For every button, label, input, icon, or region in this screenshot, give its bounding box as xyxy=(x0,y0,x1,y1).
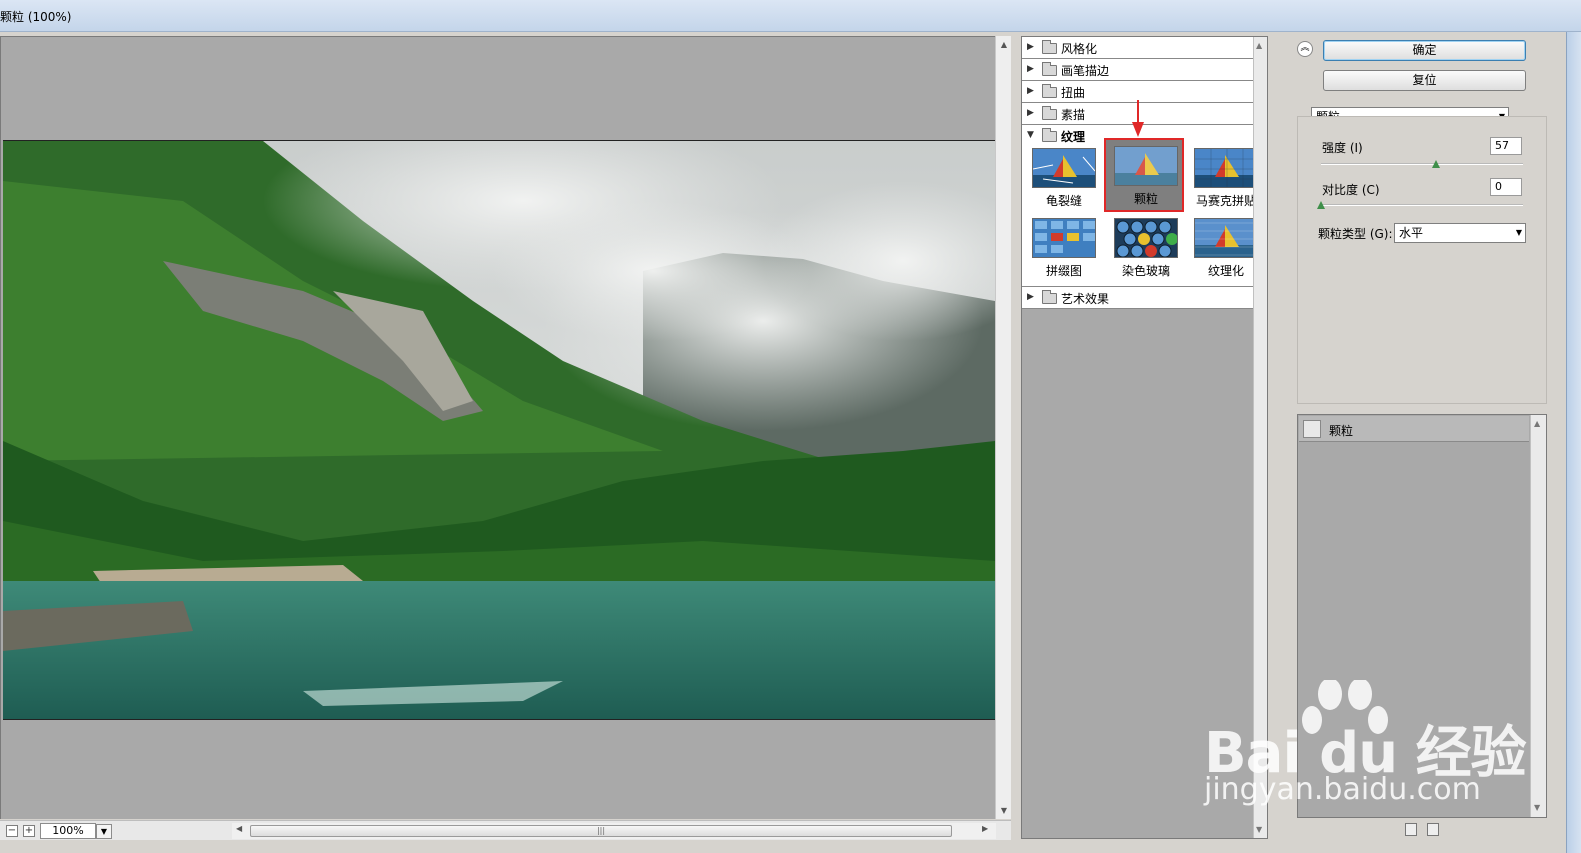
scroll-down-arrow-icon[interactable]: ▼ xyxy=(1256,825,1262,834)
new-effect-layer-icon[interactable] xyxy=(1405,823,1417,836)
window-frame-right xyxy=(1566,32,1581,853)
effect-layer-row[interactable]: 颗粒 xyxy=(1299,416,1529,442)
double-chevron-up-icon: ︽ xyxy=(1300,43,1310,53)
visibility-eye-icon[interactable] xyxy=(1303,420,1321,438)
preview-image xyxy=(3,140,995,720)
expand-triangle-icon: ▶ xyxy=(1027,64,1034,74)
delete-effect-layer-icon[interactable] xyxy=(1427,823,1439,836)
filter-settings-panel: 强度 (I) 57 对比度 (C) 0 颗粒类型 (G): 水平 ▼ xyxy=(1297,116,1547,404)
preview-vertical-scrollbar[interactable]: ▲ ▼ xyxy=(995,36,1011,819)
category-label: 扭曲 xyxy=(1061,86,1086,100)
title-bar: 颗粒 (100%) xyxy=(0,0,1581,32)
ok-button[interactable]: 确定 xyxy=(1323,40,1526,61)
filter-thumb-stained-glass[interactable]: 染色玻璃 xyxy=(1106,216,1186,284)
scroll-right-arrow-icon[interactable]: ▶ xyxy=(982,824,988,833)
expand-triangle-icon: ▶ xyxy=(1027,42,1034,52)
grain-type-value: 水平 xyxy=(1399,226,1424,240)
intensity-input[interactable]: 57 xyxy=(1490,137,1522,155)
category-label: 风格化 xyxy=(1061,42,1098,56)
contrast-slider-track[interactable] xyxy=(1321,204,1523,206)
filter-thumbnail-image xyxy=(1114,218,1178,258)
grain-type-label: 颗粒类型 (G): xyxy=(1318,227,1393,241)
filter-thumb-grain[interactable]: 颗粒 xyxy=(1104,138,1184,212)
filter-thumb-label: 龟裂缝 xyxy=(1045,194,1082,208)
watermark-url: jingyan.baidu.com xyxy=(1204,772,1481,807)
filter-thumbnail-image xyxy=(1194,148,1258,188)
scrollbar-thumb[interactable]: ||| xyxy=(250,825,952,837)
effect-layer-label: 颗粒 xyxy=(1329,424,1354,438)
chevron-down-icon: ▼ xyxy=(100,827,108,836)
zoom-out-button[interactable]: − xyxy=(6,825,18,837)
folder-icon xyxy=(1042,40,1057,54)
intensity-slider-track[interactable] xyxy=(1321,163,1523,165)
scroll-left-arrow-icon[interactable]: ◀ xyxy=(236,824,242,833)
window-title: 颗粒 (100%) xyxy=(0,10,72,24)
contrast-slider-knob[interactable] xyxy=(1317,201,1325,209)
scroll-up-arrow-icon[interactable]: ▲ xyxy=(999,40,1009,49)
category-label: 素描 xyxy=(1061,108,1086,122)
folder-icon xyxy=(1042,84,1057,98)
filter-thumb-label: 拼缀图 xyxy=(1045,264,1082,278)
filter-thumb-craquelure[interactable]: 龟裂缝 xyxy=(1024,146,1104,214)
category-label: 画笔描边 xyxy=(1061,64,1110,78)
filter-category-brush-strokes[interactable]: ▶ 画笔描边 xyxy=(1022,59,1267,81)
preview-status-bar: − + 100% ▼ ◀ ||| ▶ xyxy=(0,820,1011,840)
chevron-down-icon: ▼ xyxy=(1515,228,1522,237)
intensity-slider-knob[interactable] xyxy=(1432,160,1441,168)
filter-thumb-label: 染色玻璃 xyxy=(1121,264,1170,278)
filter-category-artistic[interactable]: ▶ 艺术效果 xyxy=(1022,287,1267,309)
folder-icon xyxy=(1042,62,1057,76)
folder-icon xyxy=(1042,106,1057,120)
filter-thumbnail-image xyxy=(1032,218,1096,258)
preview-horizontal-scrollbar[interactable]: ◀ ||| ▶ xyxy=(232,823,996,839)
scroll-down-arrow-icon[interactable]: ▼ xyxy=(999,806,1009,815)
scroll-up-arrow-icon[interactable]: ▲ xyxy=(1256,41,1262,50)
reset-button[interactable]: 复位 xyxy=(1323,70,1526,91)
filter-thumbnail-image xyxy=(1032,148,1096,188)
contrast-label: 对比度 (C) xyxy=(1322,183,1380,197)
scroll-down-arrow-icon[interactable]: ▼ xyxy=(1534,803,1540,812)
intensity-label: 强度 (I) xyxy=(1322,141,1363,155)
effect-layers-scrollbar[interactable]: ▲ ▼ xyxy=(1530,415,1546,817)
filter-category-stylize[interactable]: ▶ 风格化 xyxy=(1022,37,1267,59)
folder-open-icon xyxy=(1042,128,1057,142)
zoom-in-button[interactable]: + xyxy=(23,825,35,837)
expand-triangle-icon: ▶ xyxy=(1027,86,1034,96)
preview-canvas[interactable] xyxy=(0,36,995,819)
filter-thumbnail-image xyxy=(1114,146,1178,186)
category-label: 艺术效果 xyxy=(1061,292,1110,306)
collapse-gallery-button[interactable]: ︽ xyxy=(1297,41,1313,57)
annotation-arrow-icon xyxy=(1132,100,1144,137)
zoom-dropdown-button[interactable]: ▼ xyxy=(96,824,112,839)
expand-triangle-icon: ▶ xyxy=(1027,292,1034,302)
expand-triangle-icon: ▶ xyxy=(1027,108,1034,118)
contrast-input[interactable]: 0 xyxy=(1490,178,1522,196)
filter-thumbnail-image xyxy=(1194,218,1258,258)
filter-thumb-patchwork[interactable]: 拼缀图 xyxy=(1024,216,1104,284)
grain-type-select[interactable]: 水平 ▼ xyxy=(1394,223,1526,243)
folder-icon xyxy=(1042,290,1057,304)
filter-thumb-label: 颗粒 xyxy=(1133,192,1158,206)
category-label: 纹理 xyxy=(1061,130,1086,144)
texture-filter-thumbnails: 龟裂缝 颗粒 马赛克拼贴 拼缀图 染色玻璃 纹理化 xyxy=(1022,138,1267,287)
collapse-triangle-icon: ▼ xyxy=(1027,130,1034,140)
scroll-up-arrow-icon[interactable]: ▲ xyxy=(1534,419,1540,428)
zoom-level-field[interactable]: 100% xyxy=(40,823,96,839)
